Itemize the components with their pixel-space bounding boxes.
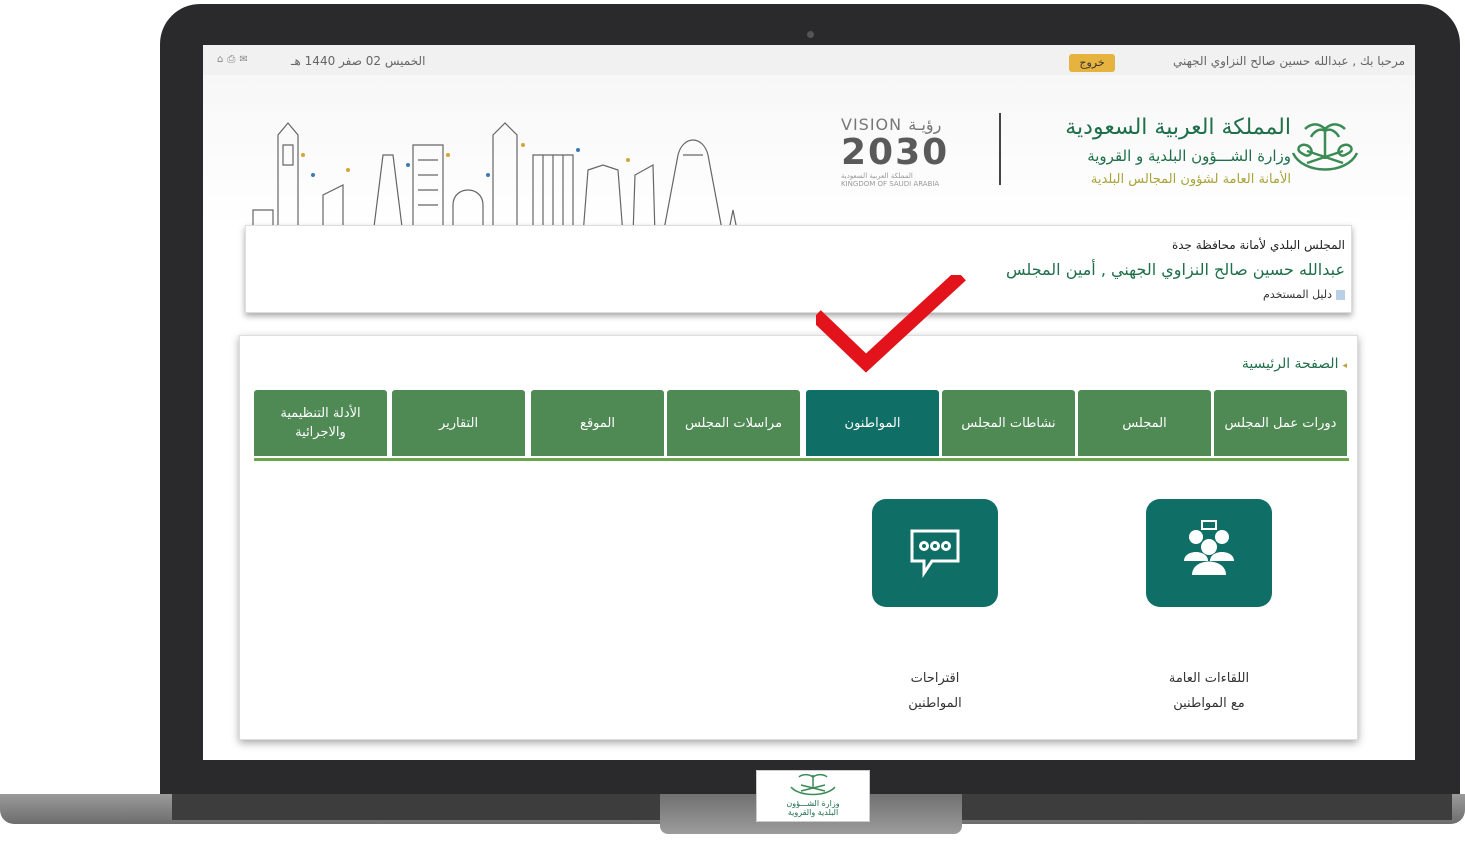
tab-council-activities[interactable]: نشاطات المجلس (942, 390, 1075, 456)
user-guide-label: دليل المستخدم (1263, 288, 1332, 301)
arrow-icon: ◂ (1342, 361, 1347, 371)
welcome-text: مرحبا بك , عبدالله حسين صالح النزاوي الج… (1173, 54, 1405, 68)
vision-sub-ar: المملكة العربية السعودية (841, 172, 913, 180)
mail-icon[interactable]: ✉ (239, 54, 251, 65)
logo-line2: البلدية والقروية (787, 808, 839, 817)
council-user: عبدالله حسين صالح النزاوي الجهني , أمين … (1006, 260, 1345, 279)
logout-button[interactable]: خروج (1069, 54, 1115, 72)
tab-regulatory-guides[interactable]: الأدلة التنظيمية والاجرائية (254, 390, 387, 456)
emblem-icon (790, 773, 836, 796)
council-info-box: المجلس البلدي لأمانة محافظة جدة عبدالله … (245, 225, 1352, 313)
top-bar: مرحبا بك , عبدالله حسين صالح النزاوي الج… (203, 45, 1415, 75)
vision-year: 2030 (841, 132, 950, 173)
public-meetings-tile[interactable] (1146, 499, 1272, 607)
vision-sub-en: KINGDOM OF SAUDI ARABIA (841, 180, 940, 188)
logo-line1: وزارة الشـــؤون (786, 799, 840, 808)
ministry-title: وزارة الشـــؤون البلدية و القروية (1087, 147, 1291, 165)
browser-screen: مرحبا بك , عبدالله حسين صالح النزاوي الج… (203, 45, 1415, 760)
citizen-suggestions-label[interactable]: اقتراحات المواطنين (845, 666, 1025, 716)
main-panel: ◂الصفحة الرئيسية دورات عمل المجلس المجلس… (239, 335, 1358, 740)
kingdom-title: المملكة العربية السعودية (1065, 115, 1291, 140)
tab-citizens[interactable]: المواطنون (806, 390, 939, 456)
public-meetings-line2: مع المواطنين (1173, 696, 1245, 711)
main-tabs: دورات عمل المجلس المجلس نشاطات المجلس ال… (254, 390, 1349, 461)
red-checkmark-icon (816, 275, 966, 373)
toolbar-icons[interactable]: ⌂⎙✉ (217, 54, 252, 65)
tab-website[interactable]: الموقع (531, 390, 664, 456)
date-text: الخميس 02 صفر 1440 هـ (291, 54, 426, 68)
chat-bubble-icon (910, 529, 960, 578)
user-guide-link[interactable]: دليل المستخدم (1263, 288, 1345, 301)
council-name: المجلس البلدي لأمانة محافظة جدة (1171, 238, 1345, 252)
site-header: المملكة العربية السعودية وزارة الشـــؤون… (203, 75, 1415, 235)
document-icon (1336, 290, 1345, 300)
group-icon (1184, 520, 1234, 575)
breadcrumb[interactable]: ◂الصفحة الرئيسية (1242, 356, 1347, 372)
citizen-suggestions-tile[interactable] (872, 499, 998, 607)
tab-council-sessions[interactable]: دورات عمل المجلس (1214, 390, 1347, 456)
ministry-logo-badge: وزارة الشـــؤون البلدية والقروية (756, 770, 870, 822)
camera-icon (807, 31, 814, 38)
tab-reports[interactable]: التقارير (392, 390, 525, 456)
public-meetings-label[interactable]: اللقاءات العامة مع المواطنين (1119, 666, 1299, 716)
tab-council-correspondence[interactable]: مراسلات المجلس (667, 390, 800, 456)
print-icon[interactable]: ⎙ (227, 54, 239, 65)
public-meetings-line1: اللقاءات العامة (1168, 671, 1250, 686)
tab-council[interactable]: المجلس (1078, 390, 1211, 456)
citizen-suggestions-line1: اقتراحات (910, 671, 960, 686)
city-skyline-illustration (252, 122, 739, 235)
home-icon[interactable]: ⌂ (217, 54, 227, 65)
secretariat-title: الأمانة العامة لشؤون المجالس البلدية (1090, 172, 1291, 187)
header-divider (999, 113, 1001, 185)
citizen-suggestions-line2: المواطنين (908, 696, 962, 711)
breadcrumb-label: الصفحة الرئيسية (1241, 356, 1339, 372)
saudi-emblem-logo (1291, 123, 1359, 171)
vision-2030-logo: VISION رؤيـة 2030 المملكة العربية السعود… (841, 115, 971, 188)
